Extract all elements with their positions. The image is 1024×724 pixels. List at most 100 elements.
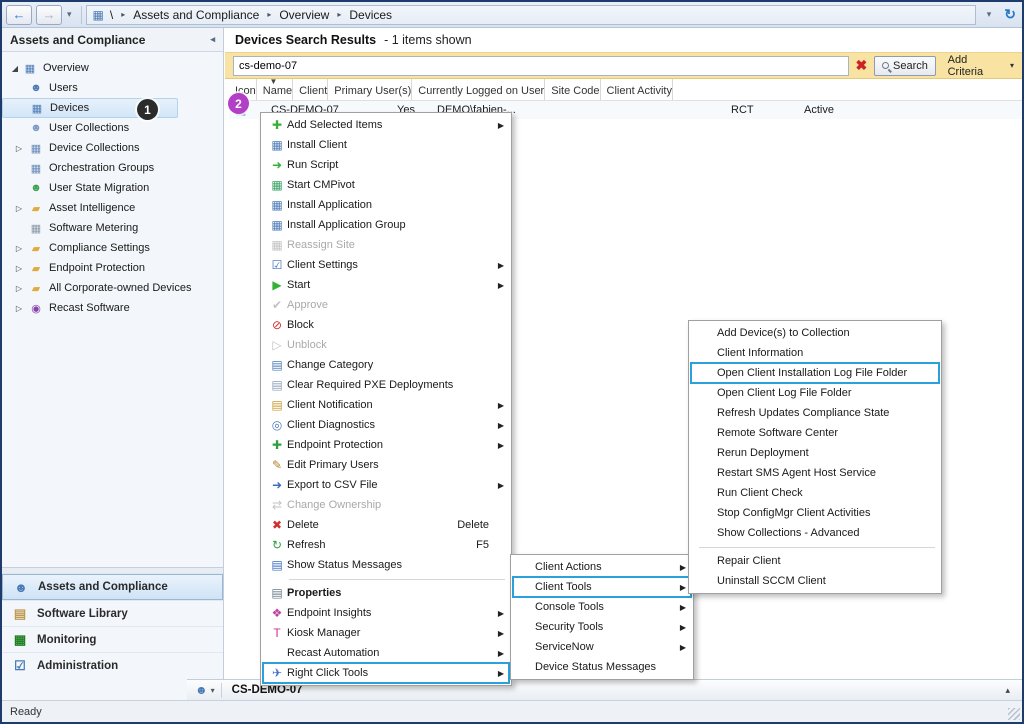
- menu-item[interactable]: ▤ Show Status Messages ▶: [263, 555, 509, 575]
- menu-item[interactable]: Client Tools ▶: [513, 577, 691, 597]
- collapse-sidebar-icon[interactable]: ◂: [210, 34, 215, 45]
- menu-item[interactable]: ✈ Right Click Tools ▶: [263, 663, 509, 683]
- menu-item[interactable]: ServiceNow ▶: [513, 637, 691, 657]
- device-detail-icon[interactable]: ☻: [195, 683, 208, 697]
- address-dropdown-icon[interactable]: ▾: [982, 9, 997, 20]
- menu-item[interactable]: ⇄ Change Ownership ▶: [263, 495, 509, 515]
- breadcrumb-item[interactable]: Overview: [279, 8, 329, 22]
- menu-item[interactable]: Stop ConfigMgr Client Activities ▶: [691, 503, 939, 523]
- menu-item[interactable]: ▦ Install Application Group ▶: [263, 215, 509, 235]
- menu-item[interactable]: Remote Software Center ▶: [691, 423, 939, 443]
- breadcrumb-item[interactable]: Assets and Compliance: [133, 8, 259, 22]
- tree-item[interactable]: ▷ ▰ All Corporate-owned Devices: [2, 278, 223, 298]
- tree-expander-icon[interactable]: ▷: [10, 204, 28, 213]
- collapse-detail-icon[interactable]: ▴: [1005, 685, 1010, 696]
- menu-item[interactable]: Restart SMS Agent Host Service ▶: [691, 463, 939, 483]
- tree-item[interactable]: ☻ User Collections: [2, 118, 223, 138]
- tree-expander-icon[interactable]: ▷: [10, 304, 28, 313]
- menu-item[interactable]: Device Status Messages ▶: [513, 657, 691, 677]
- menu-item[interactable]: ▤ Change Category ▶: [263, 355, 509, 375]
- back-button[interactable]: ←: [6, 5, 32, 25]
- menu-item[interactable]: ✖ Delete Delete ▶: [263, 515, 509, 535]
- add-criteria-button[interactable]: Add Criteria ▾: [948, 54, 1014, 78]
- workspace-button[interactable]: ▤ Software Library: [2, 600, 223, 626]
- menu-item[interactable]: Rerun Deployment ▶: [691, 443, 939, 463]
- breadcrumb-item[interactable]: Devices: [349, 8, 392, 22]
- menu-item[interactable]: ✎ Edit Primary Users ▶: [263, 455, 509, 475]
- menu-item[interactable]: ▶ Start ▶: [263, 275, 509, 295]
- tree-item[interactable]: ▦ Software Metering: [2, 218, 223, 238]
- tree-expander-icon[interactable]: ◢: [8, 64, 22, 73]
- menu-item[interactable]: Run Client Check ▶: [691, 483, 939, 503]
- menu-item[interactable]: ✚ Add Selected Items ▶: [263, 115, 509, 135]
- column-header[interactable]: ▼ Primary User(s): [328, 79, 412, 100]
- workspace-button[interactable]: ☑ Administration: [2, 652, 223, 678]
- forward-button[interactable]: →: [36, 5, 62, 25]
- tree-expander-icon[interactable]: ▷: [10, 144, 28, 153]
- results-count: - 1 items shown: [384, 33, 472, 47]
- menu-item[interactable]: ✚ Endpoint Protection ▶: [263, 435, 509, 455]
- menu-item[interactable]: ➜ Run Script ▶: [263, 155, 509, 175]
- menu-item[interactable]: ▤ Clear Required PXE Deployments ▶: [263, 375, 509, 395]
- menu-item[interactable]: ▶: [263, 575, 509, 583]
- menu-item[interactable]: Client Information ▶: [691, 343, 939, 363]
- menu-item[interactable]: Client Actions ▶: [513, 557, 691, 577]
- menu-item[interactable]: ⊘ Block ▶: [263, 315, 509, 335]
- menu-item[interactable]: Open Client Installation Log File Folder…: [691, 363, 939, 383]
- column-header[interactable]: ▼ Client: [293, 79, 328, 100]
- tree-item[interactable]: ▷ ▦ Device Collections: [2, 138, 223, 158]
- refresh-icon[interactable]: ↻: [1004, 6, 1016, 23]
- tree-expander-icon[interactable]: ▷: [10, 264, 28, 273]
- tree-item[interactable]: ▷ ▰ Asset Intelligence: [2, 198, 223, 218]
- tree-item[interactable]: ▦ Orchestration Groups: [2, 158, 223, 178]
- menu-item-label: Reassign Site: [287, 239, 355, 251]
- tree-item[interactable]: ▷ ◉ Recast Software: [2, 298, 223, 318]
- workspace-splitter[interactable]: [2, 567, 223, 574]
- menu-item[interactable]: ↻ Refresh F5 ▶: [263, 535, 509, 555]
- tree-item[interactable]: ☻ Users: [2, 78, 223, 98]
- menu-item[interactable]: Show Collections - Advanced ▶: [691, 523, 939, 543]
- menu-item-label: Delete: [287, 519, 319, 531]
- tree-expander-icon[interactable]: ▷: [10, 284, 28, 293]
- menu-item[interactable]: Console Tools ▶: [513, 597, 691, 617]
- menu-item[interactable]: ☑ Client Settings ▶: [263, 255, 509, 275]
- menu-item[interactable]: Recast Automation ▶: [263, 643, 509, 663]
- menu-item[interactable]: Repair Client ▶: [691, 551, 939, 571]
- tree-item[interactable]: ▷ ▰ Compliance Settings: [2, 238, 223, 258]
- menu-item[interactable]: ▦ Start CMPivot ▶: [263, 175, 509, 195]
- menu-item[interactable]: Open Client Log File Folder ▶: [691, 383, 939, 403]
- menu-item[interactable]: ➜ Export to CSV File ▶: [263, 475, 509, 495]
- workspace-button[interactable]: ☻ Assets and Compliance: [2, 574, 223, 600]
- column-header[interactable]: ▼ Name: [257, 79, 293, 100]
- column-header[interactable]: ▼ Client Activity: [601, 79, 673, 100]
- menu-item[interactable]: ◎ Client Diagnostics ▶: [263, 415, 509, 435]
- column-header[interactable]: ▼ Site Code: [545, 79, 600, 100]
- menu-item[interactable]: ❖ Endpoint Insights ▶: [263, 603, 509, 623]
- search-button[interactable]: Search: [874, 56, 935, 76]
- menu-item[interactable]: ▷ Unblock ▶: [263, 335, 509, 355]
- detail-dropdown-icon[interactable]: ▾: [211, 686, 215, 695]
- address-bar[interactable]: ▦ \ ▸ Assets and Compliance ▸ Overview: [86, 5, 976, 25]
- menu-item[interactable]: ▦ Reassign Site ▶: [263, 235, 509, 255]
- menu-item[interactable]: ▦ Install Application ▶: [263, 195, 509, 215]
- menu-item[interactable]: ▤ Properties ▶: [263, 583, 509, 603]
- menu-item[interactable]: ✔ Approve ▶: [263, 295, 509, 315]
- column-header[interactable]: ▼ Currently Logged on User: [412, 79, 545, 100]
- tree-expander-icon[interactable]: ▷: [10, 244, 28, 253]
- menu-item[interactable]: ▤ Client Notification ▶: [263, 395, 509, 415]
- tree-item[interactable]: ☻ User State Migration: [2, 178, 223, 198]
- tree-item[interactable]: ▷ ▰ Endpoint Protection: [2, 258, 223, 278]
- tree-item[interactable]: ◢ ▦ Overview: [2, 58, 223, 78]
- history-dropdown-icon[interactable]: ▾: [62, 9, 77, 20]
- menu-item[interactable]: ▶: [691, 543, 939, 551]
- search-input[interactable]: [233, 56, 849, 76]
- menu-item[interactable]: Add Device(s) to Collection ▶: [691, 323, 939, 343]
- menu-item[interactable]: ▦ Install Client ▶: [263, 135, 509, 155]
- menu-item[interactable]: Security Tools ▶: [513, 617, 691, 637]
- menu-item[interactable]: T Kiosk Manager ▶: [263, 623, 509, 643]
- clear-search-icon[interactable]: ✖: [849, 57, 875, 74]
- resize-grip[interactable]: [1008, 708, 1020, 720]
- menu-item[interactable]: Uninstall SCCM Client ▶: [691, 571, 939, 591]
- menu-item[interactable]: Refresh Updates Compliance State ▶: [691, 403, 939, 423]
- workspace-button[interactable]: ▦ Monitoring: [2, 626, 223, 652]
